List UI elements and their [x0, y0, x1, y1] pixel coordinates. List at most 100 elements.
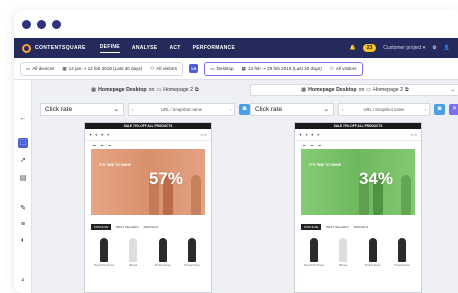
right-site-header: ✦ ✧ ✦ ✧ ▭ ▭ [295, 129, 421, 141]
left-hero-text: IT'S TIME TO SHINE [99, 163, 132, 167]
product-image [397, 238, 406, 262]
product-name: Printed Dress [394, 264, 410, 267]
search-icon[interactable]: ⌕ [18, 276, 28, 286]
visitors-icon: ⚇ [150, 65, 155, 71]
right-product-tabs: POPULAR BEST SELLERS SPECIALS [301, 224, 415, 230]
back-arrow-icon[interactable]: ← [18, 114, 28, 124]
date-filter-right[interactable]: ▦ 13 feb ⇢ 29 feb 2019 (Last 30 days) [242, 66, 322, 72]
list-icon[interactable]: ≡ [18, 220, 28, 230]
product-image [158, 238, 167, 262]
calendar-icon: ▦ [241, 65, 246, 71]
right-site-logo: ✦ ✧ ✦ ✧ [299, 132, 321, 137]
chevron-right-icon[interactable]: › [230, 107, 231, 112]
left-metric-select[interactable]: Click rate ⌄ [40, 102, 124, 116]
grid-icon[interactable]: ▤ [18, 174, 28, 184]
product-image [310, 238, 318, 262]
chevron-left-icon[interactable]: ‹ [342, 107, 343, 112]
chevron-left-icon[interactable]: ‹ [132, 107, 133, 112]
left-pane-heading: ▦ Homepage Desktop on ▭ Homepage 2 ⧉ [40, 84, 250, 96]
product-card[interactable]: Floral Print Dress [93, 238, 115, 268]
left-heading-page-group: Homepage Desktop [98, 87, 147, 93]
close-icon[interactable]: ✕ [449, 103, 458, 115]
pointer-icon[interactable]: ➚ [18, 156, 28, 166]
product-image [187, 238, 196, 262]
right-snapshot-label: URL / Snapshot name [363, 106, 405, 112]
app-window: CONTENTSQUARE DEFINE ANALYSE ACT PERFORM… [14, 10, 458, 293]
chevron-right-icon[interactable]: › [425, 107, 426, 112]
window-titlebar [14, 10, 458, 38]
project-selector[interactable]: Customer project ▾ [383, 45, 425, 51]
visitors-filter-left[interactable]: ⚇ All visitors [150, 66, 177, 72]
right-tab-popular[interactable]: POPULAR [301, 224, 322, 230]
product-image [339, 238, 348, 262]
copy-icon[interactable]: ⧉ [405, 87, 409, 94]
right-heading-on: on [358, 87, 365, 93]
visitors-filter-right-label: All visitors [335, 66, 357, 71]
nav-define[interactable]: DEFINE [99, 44, 120, 53]
drop-icon[interactable]: ◐ [18, 236, 28, 246]
top-nav: CONTENTSQUARE DEFINE ANALYSE ACT PERFORM… [14, 38, 458, 58]
device-filter-right[interactable]: ▭ Desktop [210, 66, 233, 72]
right-tab-specials[interactable]: SPECIALS [353, 225, 368, 229]
chevron-down-icon: ⌄ [323, 106, 329, 113]
visitors-filter-right[interactable]: ⚇ All visitors [330, 66, 357, 72]
left-site-header-icons: ▭ ▭ [200, 132, 207, 137]
product-name: Blouse [129, 264, 138, 267]
product-card[interactable]: Blouse [332, 238, 354, 268]
right-tab-best-sellers[interactable]: BEST SELLERS [326, 225, 348, 229]
product-card[interactable]: Blouse [122, 238, 144, 268]
camera-icon[interactable]: ◙ [239, 103, 250, 115]
camera-icon[interactable]: ◙ [434, 103, 445, 115]
bell-icon[interactable]: 🔔 [350, 45, 356, 51]
product-name: Floral Print Dress [93, 264, 115, 267]
date-filter-left[interactable]: ▦ 12 jan ⇢ 12 feb 2019 (Last 30 days) [62, 66, 142, 72]
product-name: Printed Dress [364, 264, 381, 267]
copy-icon[interactable]: ⧉ [195, 87, 199, 94]
left-tab-best-sellers[interactable]: BEST SELLERS [116, 225, 138, 229]
user-icon[interactable]: 👤 [444, 45, 450, 51]
product-card[interactable]: Floral Print Dress [303, 238, 325, 268]
right-heatmap-hero: IT'S TIME TO SHINE 34% [301, 149, 415, 215]
product-card[interactable]: Printed Dress [181, 238, 203, 268]
page-icon: ▦ [91, 87, 97, 93]
nav-right: 🔔 23 Customer project ▾ ⚙ 👤 [350, 44, 450, 52]
product-name: Floral Print Dress [303, 264, 325, 267]
right-pane-heading[interactable]: ▦ Homepage Desktop on ▭ Homepage 2 ⧉ ⌄ [250, 84, 458, 96]
left-product-list: Floral Print Dress Blouse Printed Dress … [93, 238, 203, 268]
zone-select-icon[interactable]: ⬚ [18, 138, 28, 148]
left-snapshot-select[interactable]: ‹ URL / Snapshot name › [128, 102, 235, 116]
product-card[interactable]: Printed Dress [391, 238, 413, 268]
left-tab-popular[interactable]: POPULAR [91, 224, 112, 230]
product-name: Printed Dress [154, 264, 171, 267]
window-dot-close[interactable] [22, 19, 31, 29]
window-dot-maximize[interactable] [52, 19, 61, 29]
visitors-icon: ⚇ [329, 65, 334, 71]
right-comparison-pane: ▦ Homepage Desktop on ▭ Homepage 2 ⧉ ⌄ C… [250, 80, 458, 293]
visitors-filter-left-label: All visitors [156, 66, 178, 71]
nav-analyse[interactable]: ANALYSE [132, 45, 158, 51]
right-heading-page-group: Homepage Desktop [308, 87, 357, 93]
left-snapshot-label: URL / Snapshot name [160, 106, 203, 112]
window-dot-minimize[interactable] [37, 19, 46, 29]
device-filter-left[interactable]: ▭ All devices [26, 66, 54, 72]
right-product-list: Floral Print Dress Blouse Printed Dress … [303, 238, 413, 268]
product-card[interactable]: Printed Dress [362, 238, 384, 268]
product-card[interactable]: Printed Dress [152, 238, 174, 268]
desktop-icon: ▭ [210, 65, 215, 71]
pencil-icon[interactable]: ✎ [18, 204, 28, 214]
vs-badge: VS [189, 64, 199, 73]
left-tab-specials[interactable]: SPECIALS [143, 225, 158, 229]
right-metric-select[interactable]: Click rate ⌄ [250, 102, 334, 116]
date-filter-right-label: 13 feb ⇢ 29 feb 2019 (Last 30 days) [247, 65, 322, 71]
right-page-screenshot: SALE 70% OFF ALL PRODUCTS ✦ ✧ ✦ ✧ ▭ ▭ ▬ ▬ ▬… [294, 122, 422, 293]
nav-performance[interactable]: PERFORMANCE [193, 45, 235, 51]
tool-sidebar: ← ⬚ ➚ ▤ ✎ ≡ ◐ ⌕ [14, 80, 32, 293]
gear-icon[interactable]: ⚙ [432, 45, 436, 51]
product-image [129, 238, 138, 262]
nav-act[interactable]: ACT [169, 45, 180, 51]
left-heading-page: Homepage 2 [163, 87, 194, 93]
product-name: Blouse [339, 264, 348, 267]
right-snapshot-select[interactable]: ‹ URL / Snapshot name › [338, 102, 430, 116]
page-icon: ▭ [156, 87, 162, 93]
notification-badge[interactable]: 23 [362, 44, 377, 52]
